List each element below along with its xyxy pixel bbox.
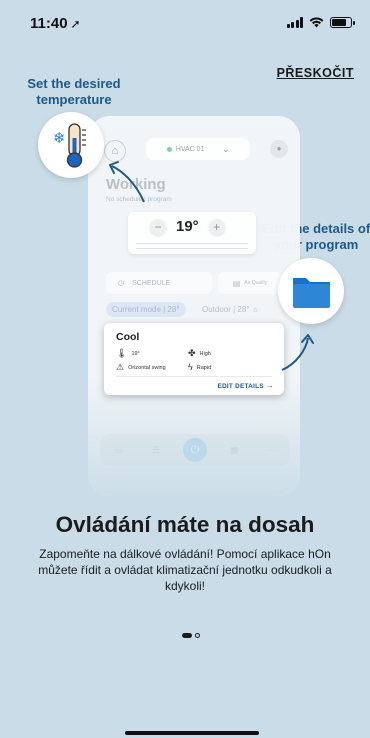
- fan-icon: ✤: [188, 348, 196, 358]
- arrow-right-icon: →: [265, 381, 274, 390]
- folder-bubble: [278, 258, 344, 324]
- location-arrow-icon: ➚: [70, 17, 81, 31]
- thermometer-snowflake-icon: ❄: [53, 123, 86, 168]
- card-temp: 🌡 19°: [116, 348, 140, 358]
- callout-temperature: Set the desired temperature: [27, 76, 121, 107]
- program-card: Cool 🌡 19° ✤ High ⚠ Orizontal swing ϟ Rapid …: [104, 323, 284, 395]
- skip-button[interactable]: PŘESKOČIT: [277, 66, 354, 80]
- device-selector: HVAC 01 ⌄: [146, 138, 250, 160]
- air-quality-button: ▤ Air Quality: [218, 272, 282, 294]
- air-quality-label: Air Quality: [244, 280, 268, 286]
- temperature-control: − 19° +: [150, 218, 225, 235]
- battery-icon: [330, 17, 355, 28]
- device-name: HVAC 01: [175, 145, 205, 153]
- swing-icon: ⚠: [116, 362, 125, 372]
- schedule-button: ◷ SCHEDULE: [106, 272, 212, 294]
- air-quality-icon: ▤: [232, 278, 241, 288]
- page-heading: Ovládání máte na dosah: [55, 512, 315, 537]
- current-mode-chip: Current mode | 28°: [106, 302, 186, 317]
- page-description: Zapomeňte na dálkové ovládání! Pomocí ap…: [38, 547, 332, 593]
- card-mode: ϟ Rapid: [188, 362, 212, 372]
- minus-icon: −: [150, 218, 166, 235]
- wifi-icon: [309, 17, 324, 28]
- thermometer-bubble: ❄: [38, 112, 104, 178]
- status-icons: [286, 17, 355, 28]
- chat-icon: ●: [270, 140, 288, 158]
- online-dot: [166, 146, 172, 152]
- page-indicator[interactable]: [182, 633, 200, 638]
- temperature-value: 19°: [176, 218, 199, 235]
- schedule-label: SCHEDULE: [132, 279, 171, 287]
- status-bar: 11:40 ➚: [0, 0, 370, 44]
- folder-icon: [293, 278, 330, 308]
- arrow-to-folder-icon: [281, 334, 314, 371]
- bolt-icon: ϟ: [188, 362, 193, 372]
- clock-icon: ◷: [118, 280, 125, 287]
- sun-icon: ☼: [251, 305, 260, 314]
- outdoor-temp: Outdoor | 28° ☼: [202, 305, 260, 314]
- edit-details-link: EDIT DETAILS →: [217, 381, 274, 390]
- arrow-to-home-icon: [109, 161, 145, 203]
- card-swing: ⚠ Orizontal swing: [116, 362, 166, 372]
- page-dot[interactable]: [195, 633, 200, 638]
- status-time: 11:40 ➚: [30, 15, 81, 32]
- thermometer-icon: 🌡: [116, 348, 128, 358]
- signal-icon: [286, 17, 303, 28]
- page-dot-active[interactable]: [182, 633, 192, 638]
- home-indicator[interactable]: [125, 731, 259, 735]
- card-title: Cool: [116, 331, 140, 343]
- plus-icon: +: [208, 218, 225, 235]
- svg-text:❄: ❄: [53, 129, 66, 147]
- chevron-down-icon: ⌄: [222, 144, 230, 154]
- card-fan: ✤ High: [188, 348, 211, 358]
- card-divider: [116, 376, 272, 377]
